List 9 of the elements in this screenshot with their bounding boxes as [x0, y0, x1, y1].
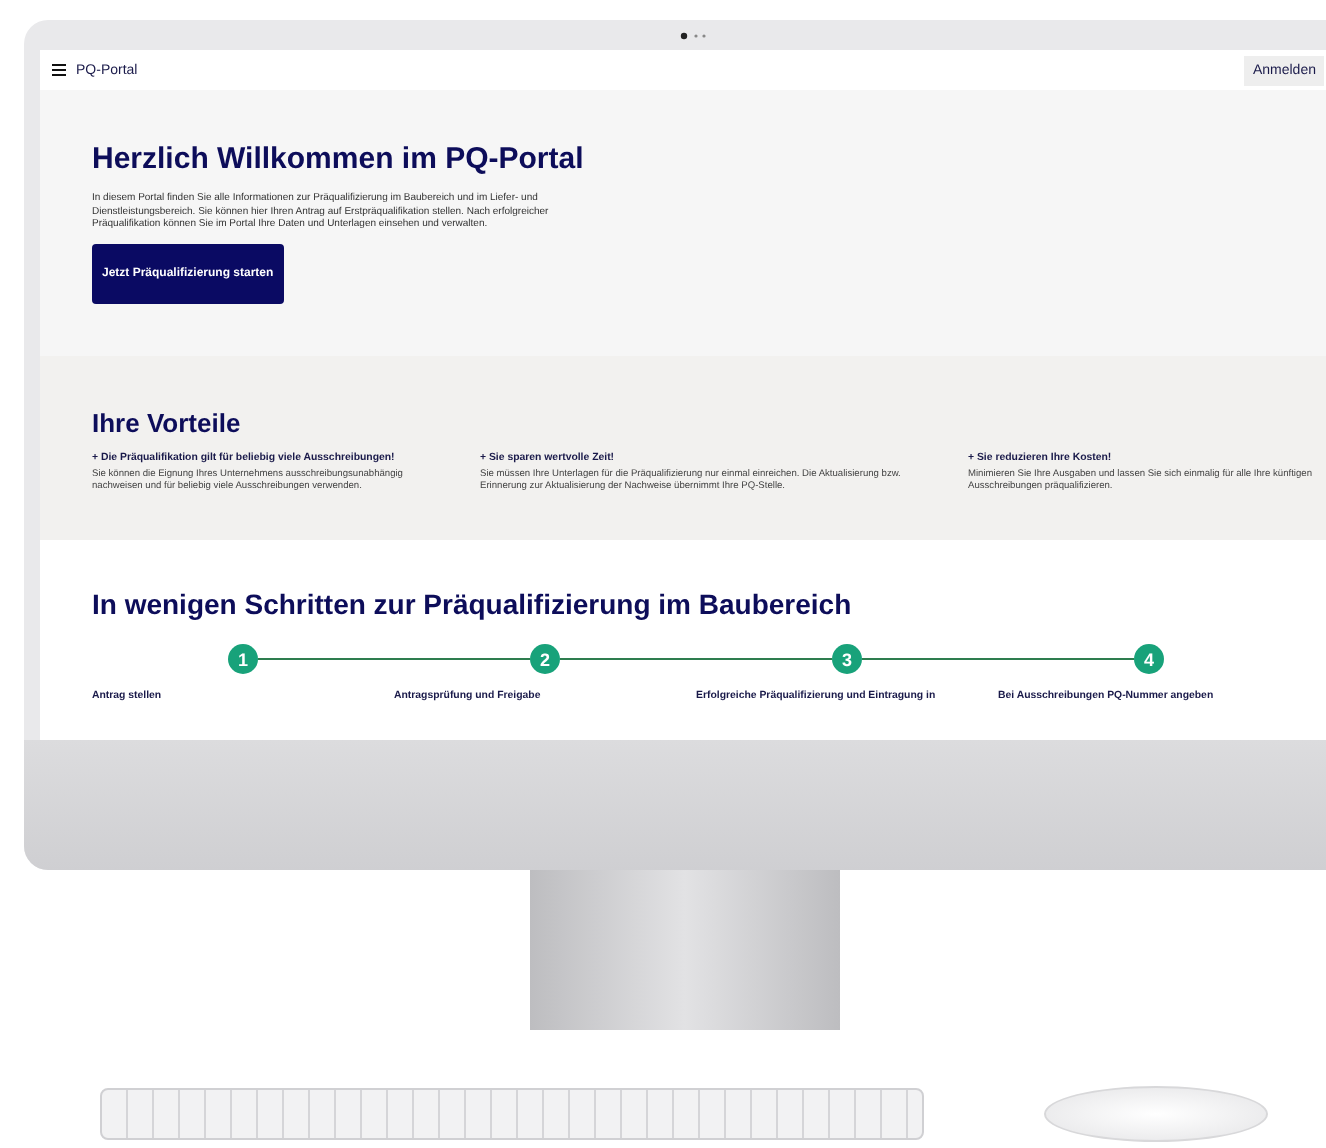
- step-number: 3: [832, 644, 862, 674]
- step-number: 2: [530, 644, 560, 674]
- hero-title: Herzlich Willkommen im PQ-Portal: [92, 142, 586, 176]
- step-number: 1: [228, 644, 258, 674]
- step-number: 4: [1134, 644, 1164, 674]
- benefits-title: Ihre Vorteile: [92, 408, 243, 438]
- steps-title: In wenigen Schritten zur Präqualifizierung im Baubereich: [92, 588, 854, 620]
- menu-icon[interactable]: [52, 64, 66, 76]
- camera-icon: [680, 31, 708, 39]
